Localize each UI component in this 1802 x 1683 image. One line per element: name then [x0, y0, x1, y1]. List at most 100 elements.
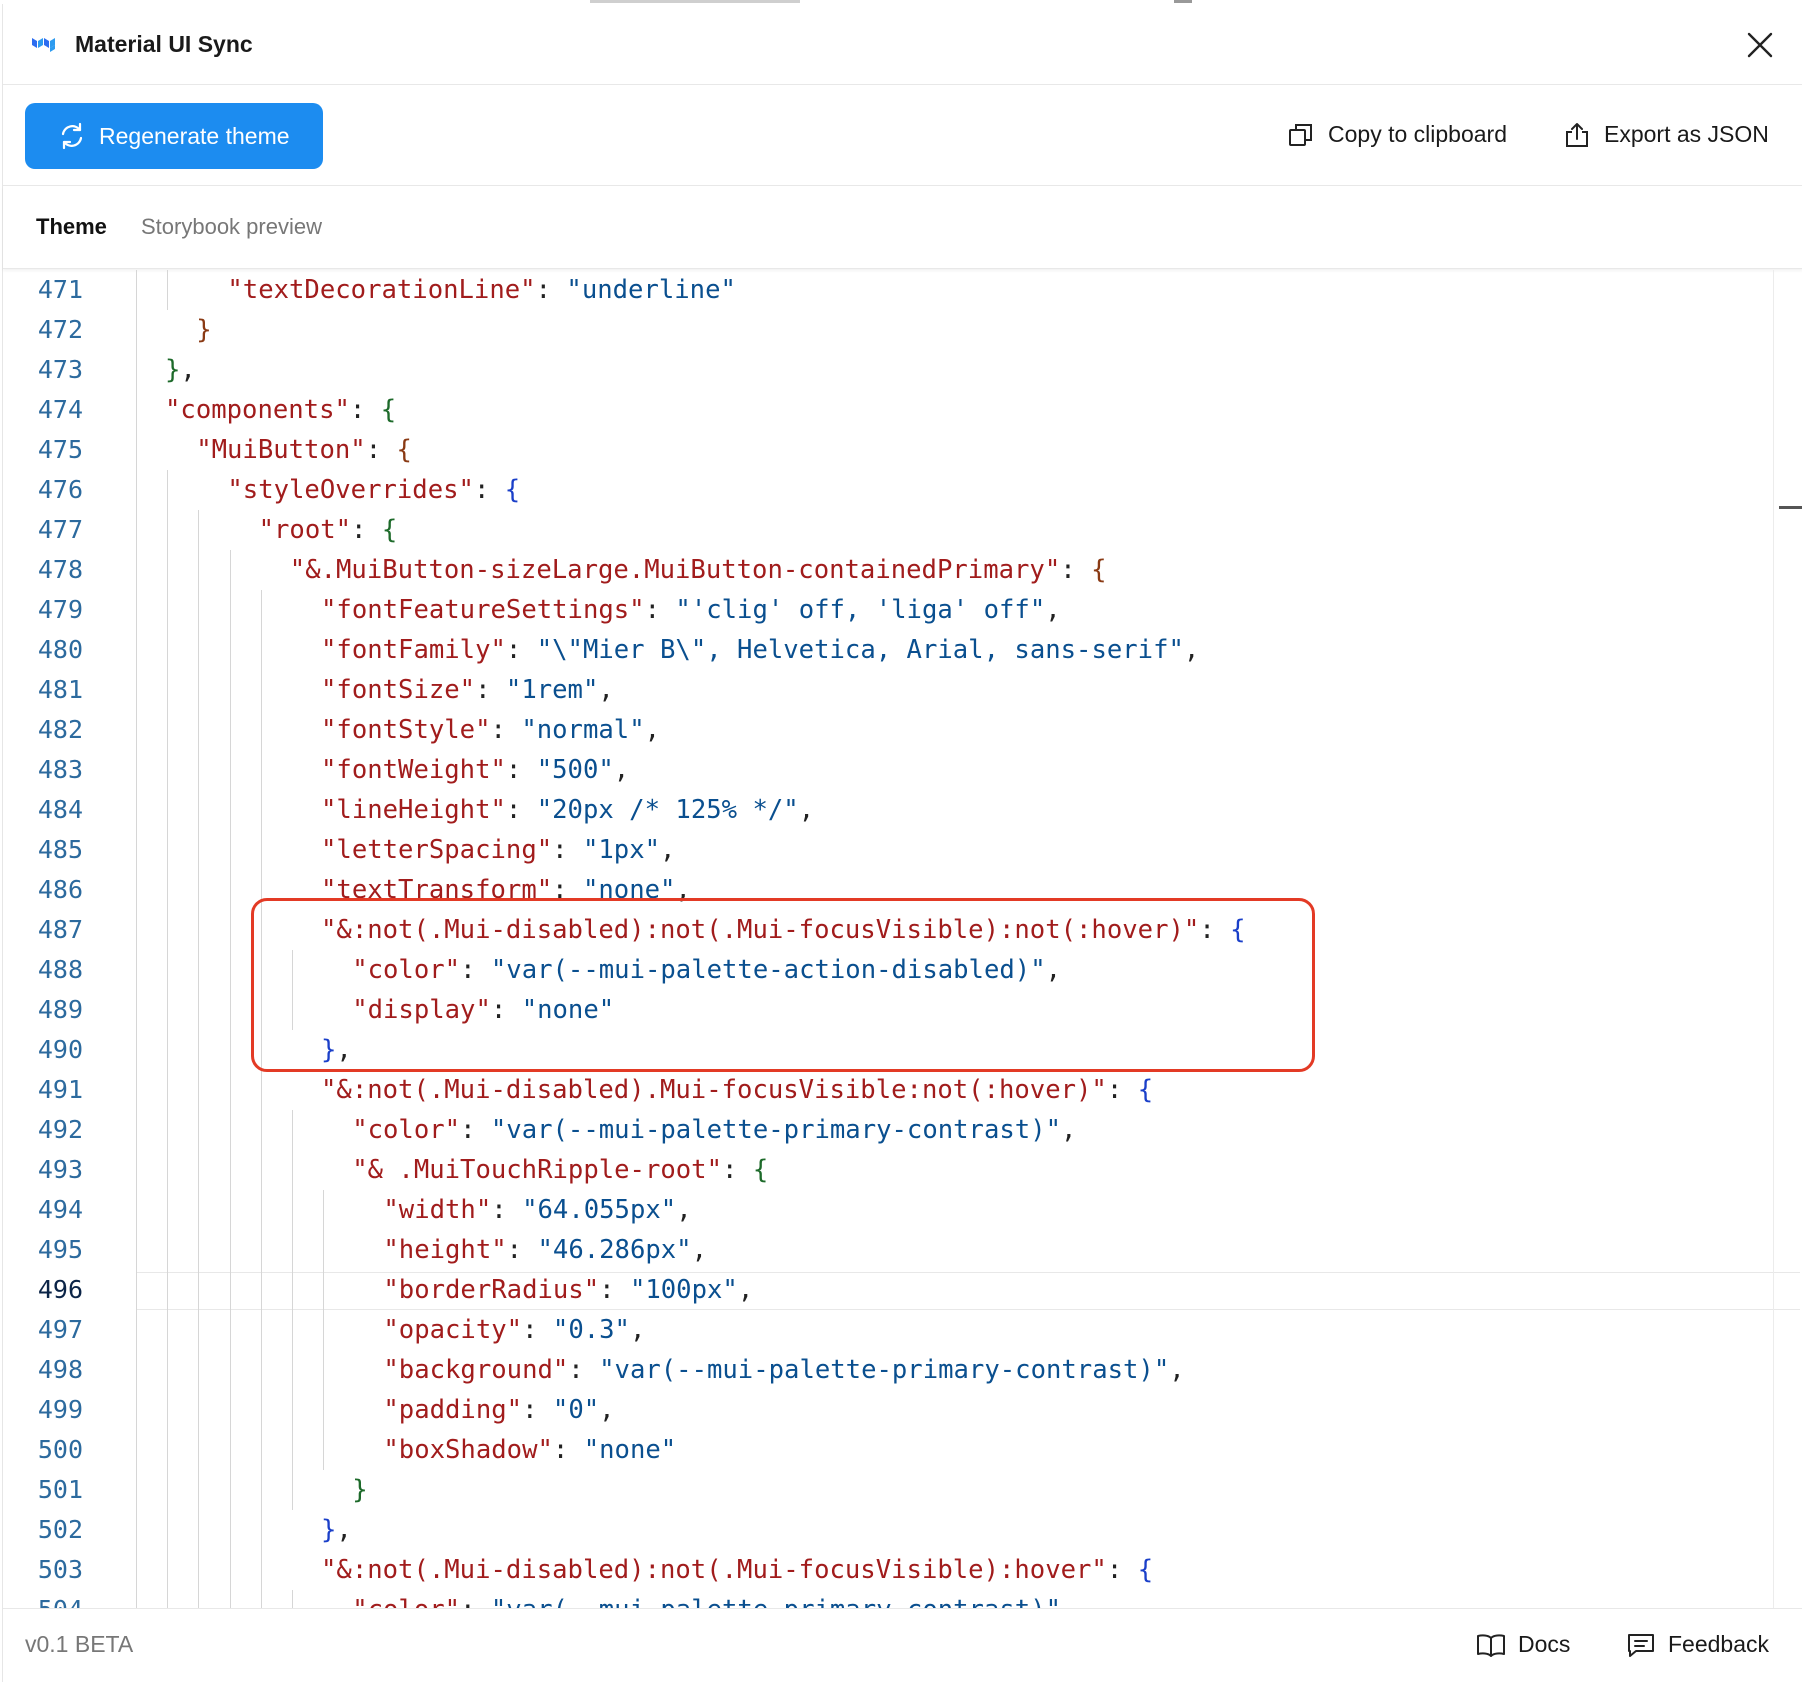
code-token: , [629, 1315, 646, 1345]
line-number: 496 [37, 1275, 83, 1304]
code-token: : [351, 515, 382, 545]
code-token: : [505, 795, 537, 825]
code-token: "display" [352, 995, 491, 1025]
code-token: "0.3" [552, 1315, 630, 1345]
regenerate-theme-button[interactable]: Regenerate theme [25, 103, 323, 169]
line-number: 481 [37, 675, 83, 704]
code-token: } [321, 1035, 337, 1065]
code-token: } [196, 315, 212, 345]
code-token: : [1060, 555, 1092, 585]
code-token: { [1137, 1075, 1154, 1105]
top-edge-decoration [1174, 0, 1192, 3]
code-text: "components": { [165, 390, 396, 430]
code-line: 478 "&.MuiButton-sizeLarge.MuiButton-cont… [3, 550, 1773, 590]
plugin-window: Material UI Sync Regenerate theme Copy t… [2, 4, 1802, 1683]
code-token: : [506, 1235, 538, 1265]
code-text: "fontSize": "1rem", [321, 670, 614, 710]
code-token: , [798, 795, 815, 825]
code-line: 484 "lineHeight": "20px /* 125% */", [3, 790, 1773, 830]
tab-theme[interactable]: Theme [36, 214, 107, 240]
code-token: "borderRadius" [383, 1275, 600, 1305]
code-token: "lineHeight" [321, 795, 506, 825]
code-token: "var(--mui-palette-action-disabled)" [490, 955, 1046, 985]
code-token: "var(--mui-palette-primary-contrast)" [490, 1115, 1062, 1145]
code-token: "textDecorationLine" [227, 275, 536, 305]
version-label: v0.1 BETA [25, 1631, 134, 1657]
code-editor[interactable]: 471 "textDecorationLine": "underline" 472}… [3, 270, 1801, 1610]
code-text: "textDecorationLine": "underline" [227, 270, 736, 310]
code-token: : [490, 715, 522, 745]
copy-to-clipboard-button[interactable]: Copy to clipboard [1288, 121, 1507, 148]
line-number: 476 [37, 475, 83, 504]
export-json-button[interactable]: Export as JSON [1564, 121, 1769, 148]
code-line: 487 "&:not(.Mui-disabled):not(.Mui-focusV… [3, 910, 1773, 950]
code-token: "fontFamily" [321, 635, 506, 665]
code-token: : [505, 635, 537, 665]
code-text: "fontStyle": "normal", [321, 710, 660, 750]
code-text: "height": "46.286px", [383, 1230, 707, 1270]
copy-icon [1289, 123, 1312, 146]
code-token: } [165, 355, 181, 385]
code-token: "none" [583, 1435, 677, 1465]
code-token: , [1183, 635, 1200, 665]
code-token: "opacity" [383, 1315, 523, 1345]
line-number: 489 [37, 995, 83, 1024]
code-token: , [660, 835, 676, 865]
line-number: 503 [37, 1555, 83, 1584]
code-token: "fontSize" [321, 675, 476, 705]
code-token: "width" [383, 1195, 492, 1225]
docs-link[interactable]: Docs [1476, 1631, 1570, 1658]
code-text: "borderRadius": "100px", [383, 1270, 753, 1310]
code-token: : [722, 1155, 753, 1185]
code-token: "none" [582, 875, 676, 905]
code-token: "&:not(.Mui-disabled):not(.Mui-focusVisi… [321, 915, 1200, 945]
editor-scrollbar[interactable] [1773, 270, 1774, 1610]
code-text: "color": "var(--mui-palette-primary-cont… [352, 1110, 1076, 1150]
code-token: "0" [552, 1395, 600, 1425]
code-line: 502}, [3, 1510, 1773, 1550]
export-json-label: Export as JSON [1604, 121, 1769, 147]
code-token: { [396, 435, 412, 465]
footer: v0.1 BETA Docs Feedback [3, 1608, 1802, 1683]
code-line: 472} [3, 310, 1773, 350]
code-token: : [349, 395, 381, 425]
code-token: "64.055px" [522, 1195, 677, 1225]
code-token: "100px" [629, 1275, 738, 1305]
code-line: 490}, [3, 1030, 1773, 1070]
code-token: , [336, 1515, 352, 1545]
code-line: 501} [3, 1470, 1773, 1510]
code-text: "fontFamily": "\"Mier B\", Helvetica, Ar… [321, 630, 1199, 670]
line-number: 484 [37, 795, 83, 824]
code-token: } [352, 1475, 368, 1505]
code-token: "MuiButton" [196, 435, 366, 465]
code-token: "1px" [582, 835, 661, 865]
code-text: "root": { [259, 510, 398, 550]
code-token: "background" [383, 1355, 569, 1385]
code-text: "& .MuiTouchRipple-root": { [352, 1150, 768, 1190]
feedback-icon [1628, 1633, 1654, 1657]
line-number: 502 [37, 1515, 83, 1544]
code-text: }, [321, 1510, 352, 1550]
code-token: , [737, 1275, 754, 1305]
code-text: "background": "var(--mui-palette-primary… [383, 1350, 1184, 1390]
close-icon[interactable] [1745, 30, 1775, 60]
code-text: } [352, 1470, 367, 1510]
code-token: , [644, 715, 661, 745]
code-token: "normal" [521, 715, 645, 745]
scrollbar-position-marker[interactable] [1779, 506, 1802, 509]
code-token: : [1106, 1555, 1138, 1585]
line-number: 474 [37, 395, 83, 424]
tab-storybook-preview[interactable]: Storybook preview [141, 214, 322, 240]
tab-bar: Theme Storybook preview [3, 186, 1802, 269]
code-line: 498 "background": "var(--mui-palette-prim… [3, 1350, 1773, 1390]
line-number: 482 [37, 715, 83, 744]
code-token: { [752, 1155, 769, 1185]
code-text: "MuiButton": { [196, 430, 412, 470]
feedback-link[interactable]: Feedback [1626, 1631, 1769, 1658]
code-token: "\"Mier B\", Helvetica, Arial, sans-seri… [536, 635, 1184, 665]
code-token: , [336, 1035, 352, 1065]
line-number: 475 [37, 435, 83, 464]
line-number: 472 [37, 315, 83, 344]
code-text: "fontFeatureSettings": "'clig' off, 'lig… [321, 590, 1061, 630]
code-token: "root" [258, 515, 352, 545]
